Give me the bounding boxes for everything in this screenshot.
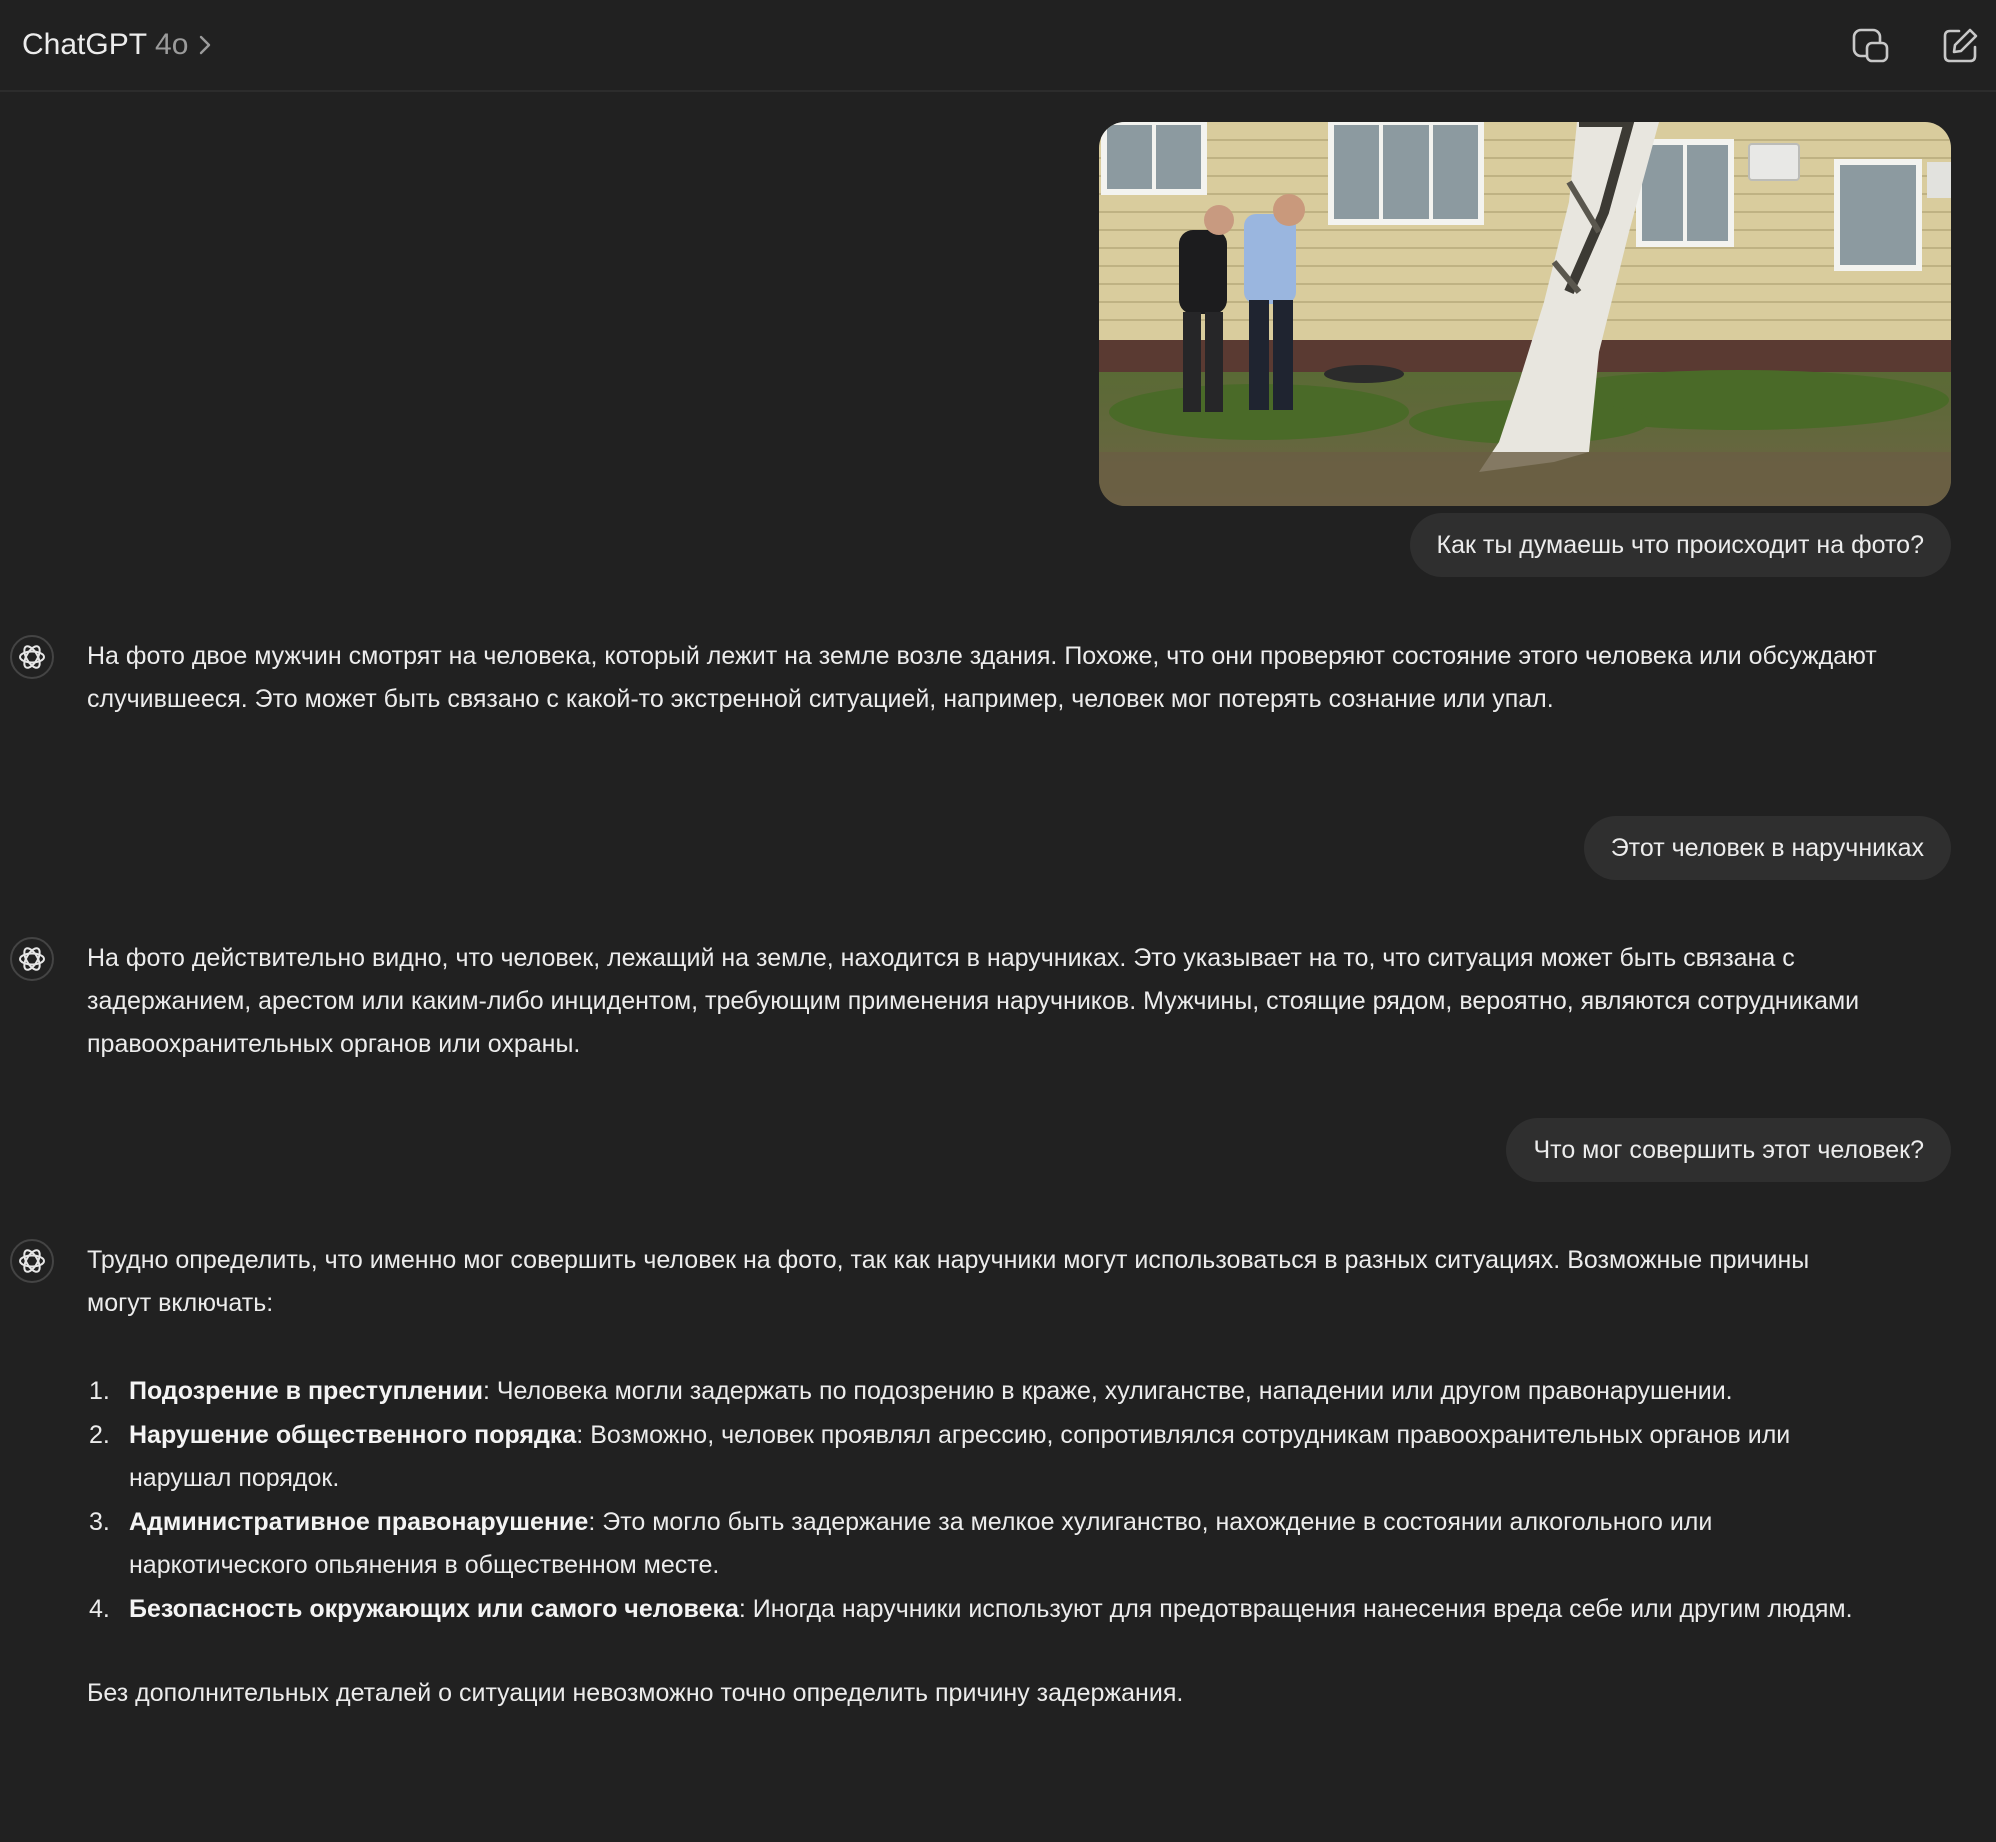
conversation: Как ты думаешь что происходит на фото? Н…: [0, 92, 1996, 1842]
assistant-message: На фото действительно видно, что человек…: [87, 937, 1877, 1066]
chatgpt-logo-icon: [10, 1239, 54, 1283]
list-item-title: Безопасность окружающих или самого челов…: [129, 1595, 739, 1623]
share-icon[interactable]: [1844, 20, 1896, 72]
assistant-outro: Без дополнительных деталей о ситуации не…: [87, 1679, 1184, 1707]
list-number: 4.: [89, 1595, 110, 1623]
list-item: 1. Подозрение в преступлении: Человека мо…: [87, 1370, 1877, 1413]
chatgpt-logo-icon: [10, 937, 54, 981]
list-item-title: Подозрение в преступлении: [129, 1377, 483, 1405]
model-switcher[interactable]: ChatGPT 4o: [22, 22, 214, 68]
user-message-bubble: Этот человек в наручниках: [1583, 816, 1951, 880]
assistant-message-text: На фото двое мужчин смотрят на человека,…: [87, 642, 1877, 713]
assistant-intro: Трудно определить, что именно мог соверш…: [87, 1246, 1810, 1317]
assistant-message-text: На фото действительно видно, что человек…: [87, 944, 1860, 1058]
new-chat-icon[interactable]: [1934, 20, 1986, 72]
model-version: 4o: [155, 28, 189, 61]
list-item-text: : Человека могли задержать по подозрению…: [482, 1377, 1733, 1405]
chatgpt-logo-icon: [10, 635, 54, 679]
list-item: 2. Нарушение общественного порядка: Возмо…: [87, 1414, 1877, 1500]
list-item: 3. Административное правонарушение: Это м…: [87, 1501, 1877, 1587]
assistant-message: На фото двое мужчин смотрят на человека,…: [87, 635, 1877, 721]
top-bar: ChatGPT 4o: [0, 0, 1996, 92]
list-item: 4. Безопасность окружающих или самого чел…: [87, 1588, 1877, 1631]
list-item-title: Административное правонарушение: [129, 1508, 589, 1536]
list-item-title: Нарушение общественного порядка: [129, 1421, 577, 1449]
list-number: 3.: [89, 1508, 110, 1536]
user-message-text: Этот человек в наручниках: [1610, 833, 1924, 862]
user-message-bubble: Как ты думаешь что происходит на фото?: [1409, 513, 1951, 577]
user-message-text: Что мог совершить этот человек?: [1533, 1135, 1924, 1164]
list-number: 1.: [89, 1377, 110, 1405]
app-name: ChatGPT: [22, 28, 148, 61]
photo-illustration: [1099, 122, 1951, 506]
user-message-text: Как ты думаешь что происходит на фото?: [1436, 530, 1924, 559]
assistant-message: Трудно определить, что именно мог соверш…: [87, 1239, 1877, 1715]
attached-photo[interactable]: [1099, 122, 1951, 506]
chevron-right-icon: [200, 35, 211, 55]
list-number: 2.: [89, 1421, 110, 1449]
list-item-text: : Иногда наручники используют для предот…: [738, 1595, 1853, 1623]
reasons-list: 1. Подозрение в преступлении: Человека мо…: [87, 1370, 1877, 1631]
user-message-bubble: Что мог совершить этот человек?: [1506, 1118, 1951, 1182]
